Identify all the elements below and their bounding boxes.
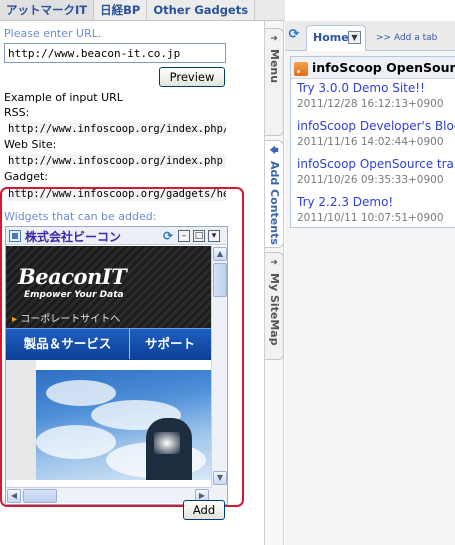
add-button[interactable]: Add [183,500,225,520]
example-heading: Example of input URL [4,91,123,104]
widget-body: BeaconIT Empower Your Data コーポレートサイトへ 製品… [6,246,227,504]
beacon-banner: BeaconIT Empower Your Data コーポレートサイトへ [6,246,211,328]
home-tab[interactable]: Home ▼ [306,25,366,51]
refresh-all-icon[interactable]: ⟳ [286,27,302,43]
vertical-scrollbar[interactable]: ▲ ▼ [211,246,227,487]
nav-support[interactable]: サポート [131,329,211,359]
minimize-icon[interactable]: – [178,230,190,242]
rss-gadget-header: infoScoop OpenSource [291,57,455,79]
gadget-example-label: Gadget: [4,170,49,183]
website-example-url: http://www.infoscoop.org/index.php [8,154,226,168]
beacon-logo: BeaconIT [18,264,127,289]
rss-item-date: 2011/10/26 09:35:33+0900 [297,174,444,186]
url-prompt-label: Please enter URL. [4,27,102,40]
add-tab-link[interactable]: >> Add a tab [376,33,437,43]
arrow-right-icon: ➜ [270,258,278,268]
page-gutter [6,360,36,480]
side-tab-menu[interactable]: ➜ Menu [265,28,284,136]
corporate-site-link[interactable]: コーポレートサイトへ [12,310,120,325]
side-tab-add-contents-label: Add Contents [268,161,281,245]
horizontal-scrollbar[interactable]: ◀ ▶ [6,487,211,503]
beacon-tagline: Empower Your Data [24,290,124,300]
rss-item-link[interactable]: Try 2.2.3 Demo! [297,195,393,209]
rss-item-link[interactable]: Try 3.0.0 Demo Site!! [297,81,425,95]
rss-example-url: http://www.infoscoop.org/index.php/en [8,122,226,136]
rss-gadget: infoScoop OpenSource Try 3.0.0 Demo Site… [290,56,455,228]
preview-button[interactable]: Preview [159,67,225,87]
rss-item-date: 2011/11/16 14:02:44+0900 [297,136,444,148]
tab-menu-icon[interactable]: ▼ [348,31,361,44]
gadget-tab-other[interactable]: Other Gadgets [147,0,256,20]
hero-photo [36,370,211,480]
gadget-tab-nikkeibp[interactable]: 日経BP [94,0,148,20]
widget-title: 株式会社ビーコン [25,230,122,244]
arrow-left-icon: 🡄 [269,146,279,156]
side-tab-my-sitemap[interactable]: ➜ My SiteMap [265,252,284,360]
rss-example-label: RSS: [4,106,30,119]
gadget-tab-atmarkit[interactable]: アットマークIT [0,0,95,20]
url-input[interactable] [4,43,226,63]
scroll-up-icon[interactable]: ▲ [213,247,227,261]
site-nav-bar: 製品＆サービス サポート [6,328,211,360]
widget-preview: 株式会社ビーコン ⟳ – □ ▾ BeaconIT Empower Your D… [5,226,228,505]
horizontal-scroll-thumb[interactable] [23,489,57,503]
website-example-label: Web Site: [4,138,57,151]
widget-header: 株式会社ビーコン ⟳ – □ ▾ [6,227,227,245]
rss-item-date: 2011/10/11 10:07:51+0900 [297,212,444,224]
gadget-tab-strip: アットマークIT 日経BP Other Gadgets [0,0,285,21]
rss-item-date: 2011/12/28 16:12:13+0900 [297,98,444,110]
rss-item-link[interactable]: infoScoop Developer's Blog [297,119,455,133]
side-tab-add-contents[interactable]: 🡄 Add Contents [265,140,284,248]
scroll-down-icon[interactable]: ▼ [213,471,227,485]
home-tab-label: Home [313,31,349,44]
widgets-available-label: Widgets that can be added: [4,210,157,223]
rss-item-link[interactable]: infoScoop OpenSource trai [297,157,455,171]
maximize-icon[interactable]: □ [193,230,205,242]
vertical-scroll-thumb[interactable] [213,263,227,297]
dropdown-icon[interactable]: ▾ [208,230,220,242]
refresh-icon[interactable]: ⟳ [161,229,175,243]
nav-products-services[interactable]: 製品＆サービス [6,329,130,359]
widget-type-icon [9,230,21,242]
scroll-left-icon[interactable]: ◀ [7,489,21,503]
side-tab-my-sitemap-label: My SiteMap [268,273,281,346]
rss-feed-icon [294,62,308,76]
rss-gadget-title: infoScoop OpenSource [312,60,455,75]
arrow-right-icon: ➜ [270,34,278,44]
side-tab-menu-label: Menu [268,49,281,84]
